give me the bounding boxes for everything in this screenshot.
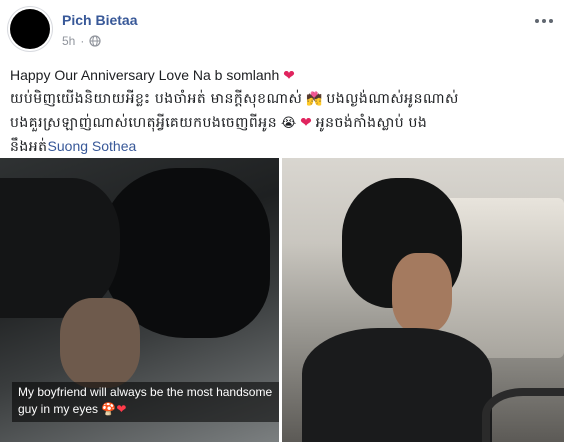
post-time[interactable]: 5h: [62, 34, 75, 48]
post-line-3: បងគួរស្រឡាញ់ណាស់ហេតុអ្វីគេយកបងចេញពីអូន 😭…: [10, 114, 428, 131]
post-line-4: នឹងអត់Suong Sothea: [10, 138, 137, 154]
globe-icon[interactable]: [89, 35, 101, 47]
cry-emoji-icon: 😭: [280, 116, 297, 131]
photo-grid: My boyfriend will always be the most han…: [0, 158, 564, 442]
photo-body-shape: [302, 328, 492, 442]
mushroom-heart-emoji-icon: 🍄❤: [101, 402, 127, 416]
post-line-2: យប់មិញយើងនិយាយអីខ្លះ បងចាំអត់ មានក្តីសុខ…: [10, 90, 459, 107]
photo-shirt-shape: [0, 178, 120, 318]
photo-steering-wheel-shape: [482, 388, 564, 442]
photo-left[interactable]: My boyfriend will always be the most han…: [0, 158, 279, 442]
heart-icon: ❤: [283, 68, 295, 84]
post-meta: 5h ·: [62, 34, 101, 48]
photo-right[interactable]: [282, 158, 564, 442]
mention-link[interactable]: Suong Sothea: [48, 138, 137, 154]
heart-icon: ❤: [300, 115, 312, 131]
more-options-button[interactable]: [532, 12, 556, 30]
kiss-emoji-icon: 💏: [306, 92, 323, 107]
post-line-1: Happy Our Anniversary Love Na b somlanh …: [10, 67, 295, 84]
post-header: Pich Bietaa 5h ·: [0, 0, 564, 58]
dot-separator: ·: [80, 34, 85, 48]
avatar[interactable]: [10, 9, 50, 49]
photo-arm-shape: [60, 298, 140, 388]
photo-face-shape: [392, 253, 452, 333]
photo-caption: My boyfriend will always be the most han…: [12, 382, 279, 422]
post-text: Happy Our Anniversary Love Na b somlanh …: [10, 64, 556, 157]
author-name[interactable]: Pich Bietaa: [62, 12, 137, 28]
